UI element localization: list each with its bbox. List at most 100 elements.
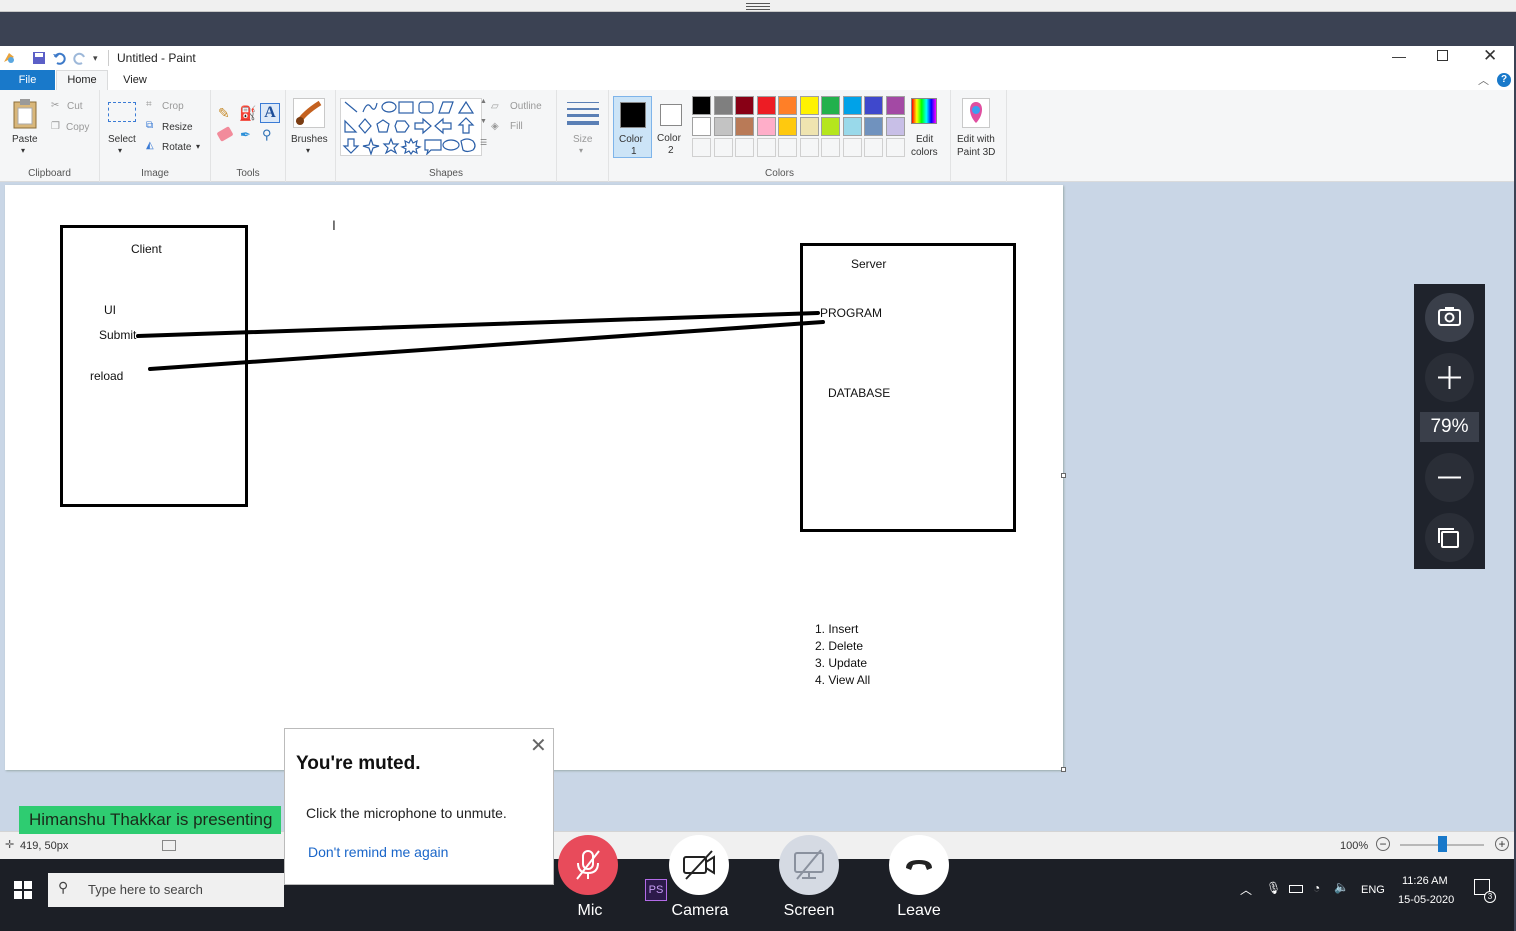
palette-swatch[interactable]: [735, 117, 754, 136]
custom-color-slot[interactable]: [735, 138, 754, 157]
brushes-dropdown-icon[interactable]: ▾: [306, 146, 310, 155]
custom-color-slot[interactable]: [799, 138, 819, 157]
close-popup-icon[interactable]: ✕: [530, 733, 547, 758]
palette-swatch[interactable]: [756, 117, 776, 136]
customize-qat-icon[interactable]: ▾: [93, 53, 98, 64]
custom-color-slot[interactable]: [778, 138, 797, 157]
language-indicator[interactable]: ENG: [1361, 884, 1385, 896]
phpstorm-taskbar-icon[interactable]: PS: [645, 879, 667, 901]
edit-colors-button-line1[interactable]: Edit: [916, 134, 933, 145]
palette-swatch[interactable]: [799, 117, 819, 136]
size-icon[interactable]: [567, 100, 599, 131]
volume-icon[interactable]: 🔈: [1334, 880, 1349, 894]
tab-file[interactable]: File: [0, 70, 55, 90]
collapse-ribbon-icon[interactable]: ︿: [1478, 72, 1489, 88]
shapes-gallery[interactable]: [340, 98, 482, 156]
pencil-icon[interactable]: ✎: [218, 105, 230, 122]
resize-button[interactable]: Resize: [162, 122, 193, 133]
custom-color-slot[interactable]: [821, 138, 840, 157]
paste-button[interactable]: Paste: [12, 134, 38, 145]
fill-button[interactable]: Fill: [510, 121, 523, 132]
outline-button[interactable]: Outline: [510, 101, 542, 112]
resize-handle-corner[interactable]: [1061, 767, 1066, 772]
size-button[interactable]: Size: [573, 134, 592, 145]
shapes-scroll-up-icon[interactable]: ▲: [480, 98, 487, 105]
zoom-out-button[interactable]: [1425, 453, 1474, 502]
paste-dropdown-icon[interactable]: ▾: [21, 146, 25, 155]
custom-color-slot[interactable]: [692, 138, 711, 157]
screenshot-button[interactable]: [1425, 293, 1474, 342]
palette-swatch[interactable]: [885, 96, 905, 115]
palette-swatch[interactable]: [864, 96, 883, 115]
custom-color-slot[interactable]: [756, 138, 776, 157]
undo-icon[interactable]: [52, 51, 66, 70]
resize-handle-right[interactable]: [1061, 473, 1066, 478]
fit-to-screen-button[interactable]: [1425, 513, 1474, 562]
network-icon[interactable]: ◔: [1313, 881, 1320, 895]
zoom-in-button[interactable]: [1425, 353, 1474, 402]
crop-button[interactable]: Crop: [162, 101, 184, 112]
shapes-expand-icon[interactable]: ☰: [480, 138, 487, 147]
drawing-canvas[interactable]: Client UI Submit reload Server PROGRAM D…: [5, 185, 1063, 770]
palette-swatch[interactable]: [713, 117, 733, 136]
edit-with-paint3d-line1[interactable]: Edit with: [957, 134, 995, 145]
palette-swatch[interactable]: [735, 96, 754, 115]
text-icon[interactable]: A: [260, 103, 280, 123]
shapes-scroll-down-icon[interactable]: ▼: [480, 118, 487, 125]
screen-share-button[interactable]: [779, 835, 839, 895]
eraser-icon[interactable]: [216, 126, 234, 142]
clock-date[interactable]: 15-05-2020: [1398, 894, 1454, 906]
edit-colors-button-line2[interactable]: colors: [911, 147, 938, 158]
palette-swatch[interactable]: [778, 117, 797, 136]
palette-swatch[interactable]: [692, 117, 711, 136]
magnifier-icon[interactable]: ⚲: [262, 127, 272, 143]
dont-remind-link[interactable]: Don't remind me again: [308, 844, 448, 860]
palette-swatch[interactable]: [864, 117, 883, 136]
cut-button[interactable]: Cut: [67, 101, 83, 112]
palette-swatch[interactable]: [842, 96, 862, 115]
custom-color-slot[interactable]: [885, 138, 905, 157]
palette-swatch[interactable]: [842, 117, 862, 136]
rotate-button[interactable]: Rotate: [162, 142, 191, 153]
palette-swatch[interactable]: [778, 96, 797, 115]
select-button[interactable]: Select: [108, 134, 136, 145]
paint-app-icon[interactable]: [2, 51, 16, 65]
color-picker-icon[interactable]: ✒: [240, 127, 251, 143]
palette-swatch[interactable]: [713, 96, 733, 115]
zoom-in-icon[interactable]: +: [1495, 837, 1509, 851]
restore-button[interactable]: [1437, 50, 1448, 61]
minimize-button[interactable]: —: [1392, 48, 1406, 64]
clock-time[interactable]: 11:26 AM: [1402, 875, 1448, 887]
mic-button[interactable]: [558, 835, 618, 895]
select-dropdown-icon[interactable]: ▾: [118, 146, 122, 155]
palette-swatch[interactable]: [821, 96, 840, 115]
palette-swatch[interactable]: [799, 96, 819, 115]
leave-button[interactable]: [889, 835, 949, 895]
taskbar-search[interactable]: ⚲ Type here to search: [48, 873, 284, 907]
custom-color-slot[interactable]: [713, 138, 733, 157]
palette-swatch[interactable]: [885, 117, 905, 136]
brushes-button[interactable]: Brushes: [291, 134, 328, 145]
close-button[interactable]: ✕: [1483, 46, 1497, 66]
fill-icon[interactable]: ⛽: [239, 105, 256, 122]
brushes-icon[interactable]: [293, 98, 325, 128]
zoom-out-icon[interactable]: −: [1376, 837, 1390, 851]
zoom-slider-thumb[interactable]: [1438, 836, 1447, 852]
paste-icon[interactable]: [12, 98, 40, 135]
tab-home[interactable]: Home: [56, 70, 108, 91]
palette-swatch[interactable]: [821, 117, 840, 136]
drag-handle-icon[interactable]: [746, 3, 770, 10]
custom-color-slot[interactable]: [864, 138, 883, 157]
rotate-dropdown-icon[interactable]: ▾: [196, 142, 200, 151]
select-icon[interactable]: [108, 102, 136, 122]
microphone-tray-icon[interactable]: 🎙: [1266, 881, 1281, 895]
custom-color-slot[interactable]: [842, 138, 862, 157]
save-icon[interactable]: [32, 51, 46, 70]
color1-button[interactable]: Color 1: [613, 96, 652, 158]
windows-start-icon[interactable]: [14, 881, 32, 899]
color2-button[interactable]: Color 2: [655, 96, 687, 158]
show-hidden-icons[interactable]: ︿: [1240, 881, 1252, 898]
palette-swatch[interactable]: [756, 96, 776, 115]
edit-with-paint3d-line2[interactable]: Paint 3D: [957, 147, 995, 158]
edit-colors-icon[interactable]: [911, 98, 937, 124]
